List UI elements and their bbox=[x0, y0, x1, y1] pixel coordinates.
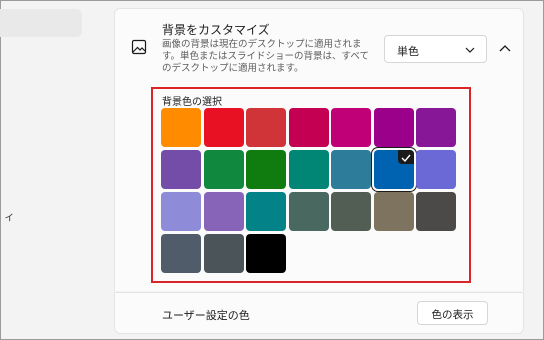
custom-color-row: ユーザー設定の色 色の表示 bbox=[114, 292, 524, 334]
checkmark-icon bbox=[397, 150, 414, 164]
color-swatch[interactable] bbox=[416, 192, 456, 231]
color-swatch[interactable] bbox=[246, 234, 286, 273]
view-colors-label: 色の表示 bbox=[431, 309, 474, 321]
color-swatch[interactable] bbox=[203, 108, 244, 147]
color-swatch[interactable] bbox=[331, 108, 371, 147]
color-swatch[interactable] bbox=[203, 234, 244, 273]
color-swatch[interactable] bbox=[161, 108, 201, 147]
color-swatch[interactable] bbox=[246, 150, 286, 189]
color-swatch[interactable] bbox=[203, 150, 244, 189]
image-icon bbox=[131, 39, 147, 55]
sidebar-search-box[interactable] bbox=[0, 9, 82, 37]
color-swatch[interactable] bbox=[161, 192, 201, 231]
color-swatch[interactable] bbox=[246, 108, 286, 147]
custom-color-label: ユーザー設定の色 bbox=[162, 309, 250, 322]
color-picker-title: 背景色の選択 bbox=[162, 97, 222, 108]
color-swatch[interactable] bbox=[161, 150, 201, 189]
background-type-dropdown[interactable]: 単色 bbox=[384, 35, 487, 63]
color-swatch[interactable] bbox=[373, 192, 414, 231]
color-swatch[interactable] bbox=[416, 108, 456, 147]
color-swatch[interactable] bbox=[288, 150, 329, 189]
section-title: 背景をカスタマイズ bbox=[162, 23, 270, 37]
color-swatch[interactable] bbox=[373, 108, 414, 147]
color-swatch[interactable] bbox=[246, 192, 286, 231]
view-colors-button[interactable]: 色の表示 bbox=[417, 301, 488, 325]
chevron-up-icon[interactable] bbox=[497, 41, 513, 57]
customize-background-card: 背景をカスタマイズ 画像の背景は現在のデスクトップに適用されます。単色またはスラ… bbox=[114, 8, 524, 86]
chevron-down-icon bbox=[465, 47, 475, 53]
color-swatch[interactable] bbox=[288, 108, 329, 147]
color-swatch[interactable] bbox=[416, 150, 456, 189]
color-swatch[interactable] bbox=[373, 150, 414, 189]
color-swatch[interactable] bbox=[203, 192, 244, 231]
sidebar-fragment: ィ bbox=[4, 210, 15, 223]
section-description: 画像の背景は現在のデスクトップに適用されます。単色またはスライドショーの背景は、… bbox=[162, 39, 370, 74]
color-swatch[interactable] bbox=[288, 192, 329, 231]
color-swatch[interactable] bbox=[331, 192, 371, 231]
color-swatch[interactable] bbox=[331, 150, 371, 189]
dropdown-value: 単色 bbox=[397, 45, 419, 58]
color-swatch[interactable] bbox=[161, 234, 201, 273]
